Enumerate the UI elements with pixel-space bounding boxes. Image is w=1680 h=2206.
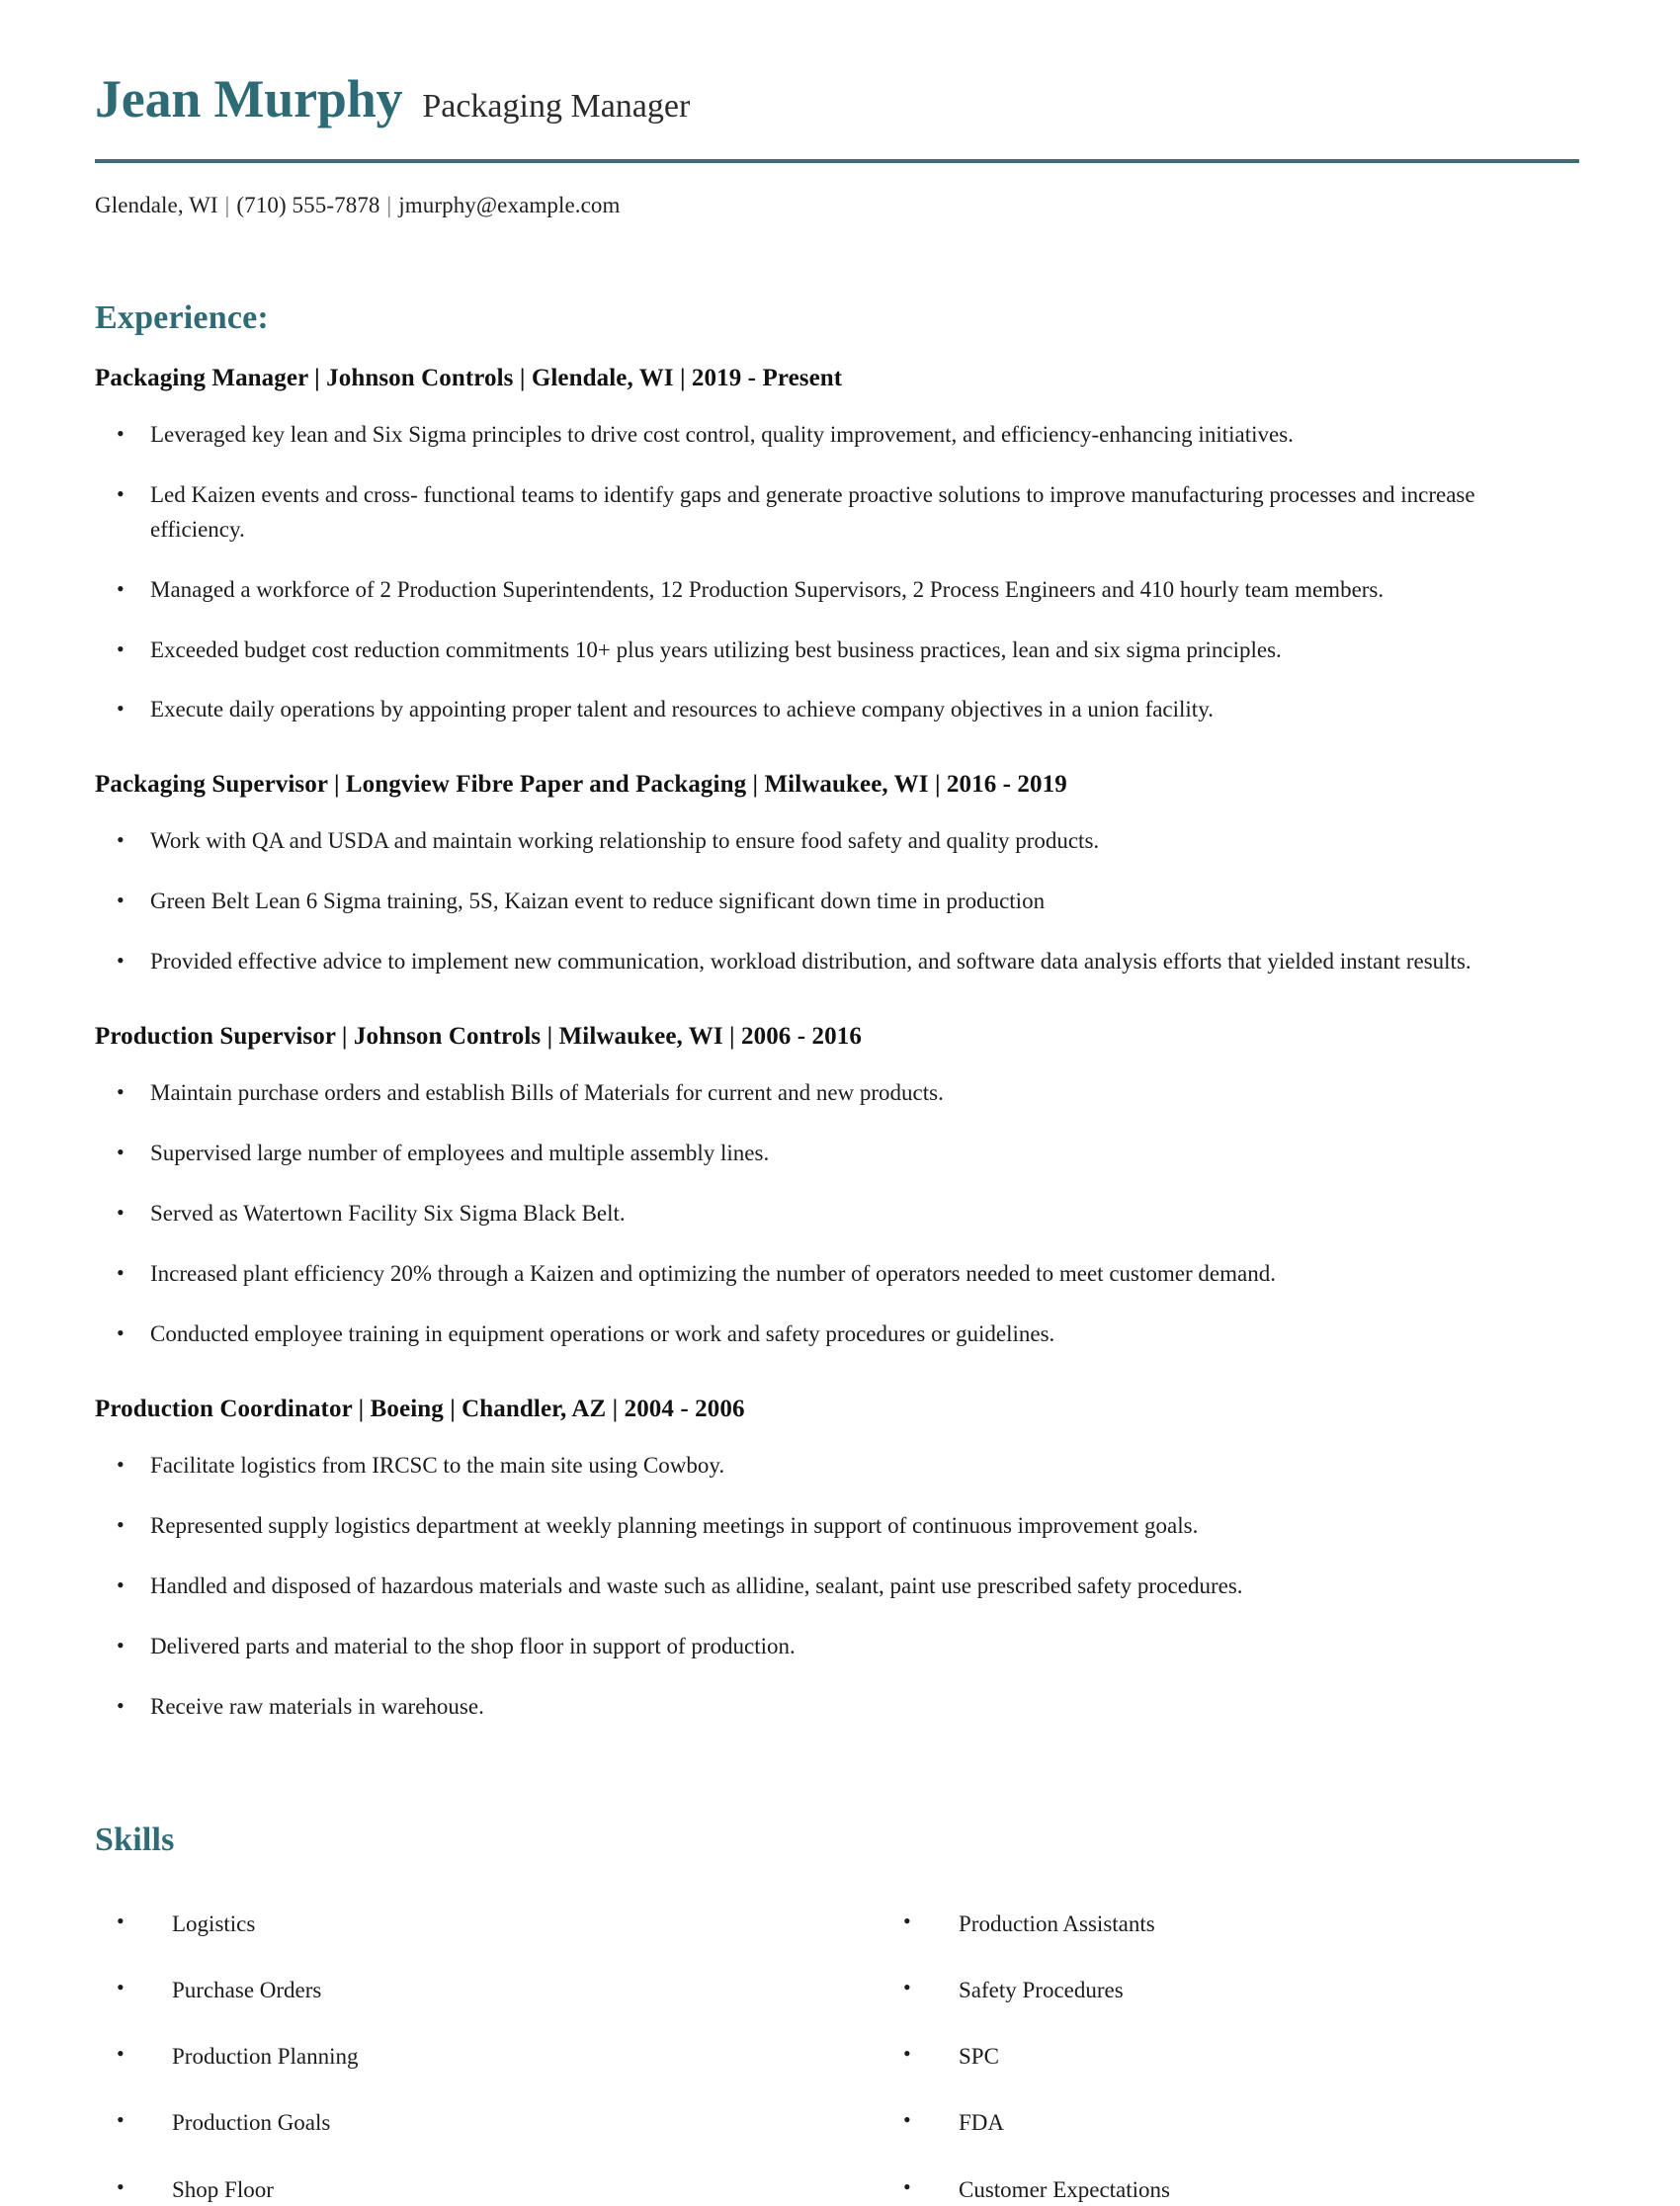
skills-list-left: Logistics Purchase Orders Production Pla… xyxy=(95,1907,840,2206)
name-row: Jean Murphy Packaging Manager xyxy=(95,71,1585,127)
skill-item: Shop Floor xyxy=(95,2172,840,2206)
job-bullet: Execute daily operations by appointing p… xyxy=(95,692,1554,727)
job-bullet: Increased plant efficiency 20% through a… xyxy=(95,1256,1554,1292)
contact-email: jmurphy@example.com xyxy=(398,192,621,217)
skill-item: Purchase Orders xyxy=(95,1973,840,2006)
job-bullet: Represented supply logistics department … xyxy=(95,1508,1554,1544)
contact-location: Glendale, WI xyxy=(95,192,218,217)
job-entry: Packaging Manager | Johnson Controls | G… xyxy=(95,365,1585,728)
contact-line: Glendale, WI | (710) 555-7878 | jmurphy@exam… xyxy=(95,193,1585,218)
skills-section: Skills Logistics Purchase Orders Product… xyxy=(95,1731,1585,2206)
contact-phone: (710) 555-7878 xyxy=(236,192,380,217)
skill-item: Production Assistants xyxy=(882,1907,1585,1940)
job-bullet: Leveraged key lean and Six Sigma princip… xyxy=(95,417,1554,453)
job-bullet: Delivered parts and material to the shop… xyxy=(95,1629,1554,1664)
skill-item: FDA xyxy=(882,2105,1585,2139)
skill-item: SPC xyxy=(882,2039,1585,2073)
job-bullet: Supervised large number of employees and… xyxy=(95,1136,1554,1171)
candidate-name: Jean Murphy xyxy=(95,69,403,128)
job-entry: Production Supervisor | Johnson Controls… xyxy=(95,1023,1585,1352)
job-heading: Packaging Manager | Johnson Controls | G… xyxy=(95,364,843,391)
skill-item: Customer Expectations xyxy=(882,2172,1585,2206)
job-bullet: Managed a workforce of 2 Production Supe… xyxy=(95,572,1554,608)
skill-item: Safety Procedures xyxy=(882,1973,1585,2006)
job-bullet: Conducted employee training in equipment… xyxy=(95,1316,1554,1352)
contact-separator-1: | xyxy=(224,192,230,217)
job-heading: Production Coordinator | Boeing | Chandl… xyxy=(95,1396,745,1423)
experience-section-title: Experience: xyxy=(95,298,269,336)
job-bullet-list: Leveraged key lean and Six Sigma princip… xyxy=(95,417,1585,728)
skills-column-right: Production Assistants Safety Procedures … xyxy=(840,1887,1585,2206)
job-bullet: Work with QA and USDA and maintain worki… xyxy=(95,823,1554,859)
skill-item: Production Goals xyxy=(95,2105,840,2139)
job-bullet: Facilitate logistics from IRCSC to the m… xyxy=(95,1448,1554,1484)
contact-separator-2: | xyxy=(386,192,392,217)
job-bullet-list: Maintain purchase orders and establish B… xyxy=(95,1075,1585,1352)
candidate-job-title: Packaging Manager xyxy=(422,88,691,125)
job-bullet: Handled and disposed of hazardous materi… xyxy=(95,1569,1554,1604)
skill-item: Production Planning xyxy=(95,2039,840,2073)
resume-header: Jean Murphy Packaging Manager Glendale, … xyxy=(95,0,1585,218)
job-bullet: Maintain purchase orders and establish B… xyxy=(95,1075,1554,1111)
experience-section: Experience: Packaging Manager | Johnson … xyxy=(95,218,1585,1725)
job-bullet-list: Facilitate logistics from IRCSC to the m… xyxy=(95,1448,1585,1725)
skills-columns: Logistics Purchase Orders Production Pla… xyxy=(95,1887,1585,2206)
resume-page: Jean Murphy Packaging Manager Glendale, … xyxy=(0,0,1680,2206)
job-bullet-list: Work with QA and USDA and maintain worki… xyxy=(95,823,1585,979)
job-bullet: Served as Watertown Facility Six Sigma B… xyxy=(95,1196,1554,1231)
job-entry: Production Coordinator | Boeing | Chandl… xyxy=(95,1396,1585,1725)
job-bullet: Receive raw materials in warehouse. xyxy=(95,1689,1554,1725)
job-heading: Packaging Supervisor | Longview Fibre Pa… xyxy=(95,771,1067,799)
header-divider xyxy=(95,158,1579,163)
skills-list-right: Production Assistants Safety Procedures … xyxy=(882,1907,1585,2206)
job-heading: Production Supervisor | Johnson Controls… xyxy=(95,1023,862,1051)
job-bullet: Provided effective advice to implement n… xyxy=(95,944,1554,979)
skills-section-title: Skills xyxy=(95,1821,175,1858)
skill-item: Logistics xyxy=(95,1907,840,1940)
job-bullet: Green Belt Lean 6 Sigma training, 5S, Ka… xyxy=(95,884,1554,919)
job-bullet: Led Kaizen events and cross- functional … xyxy=(95,477,1554,548)
job-entry: Packaging Supervisor | Longview Fibre Pa… xyxy=(95,771,1585,979)
job-bullet: Exceeded budget cost reduction commitmen… xyxy=(95,633,1554,668)
skills-column-left: Logistics Purchase Orders Production Pla… xyxy=(95,1887,840,2206)
